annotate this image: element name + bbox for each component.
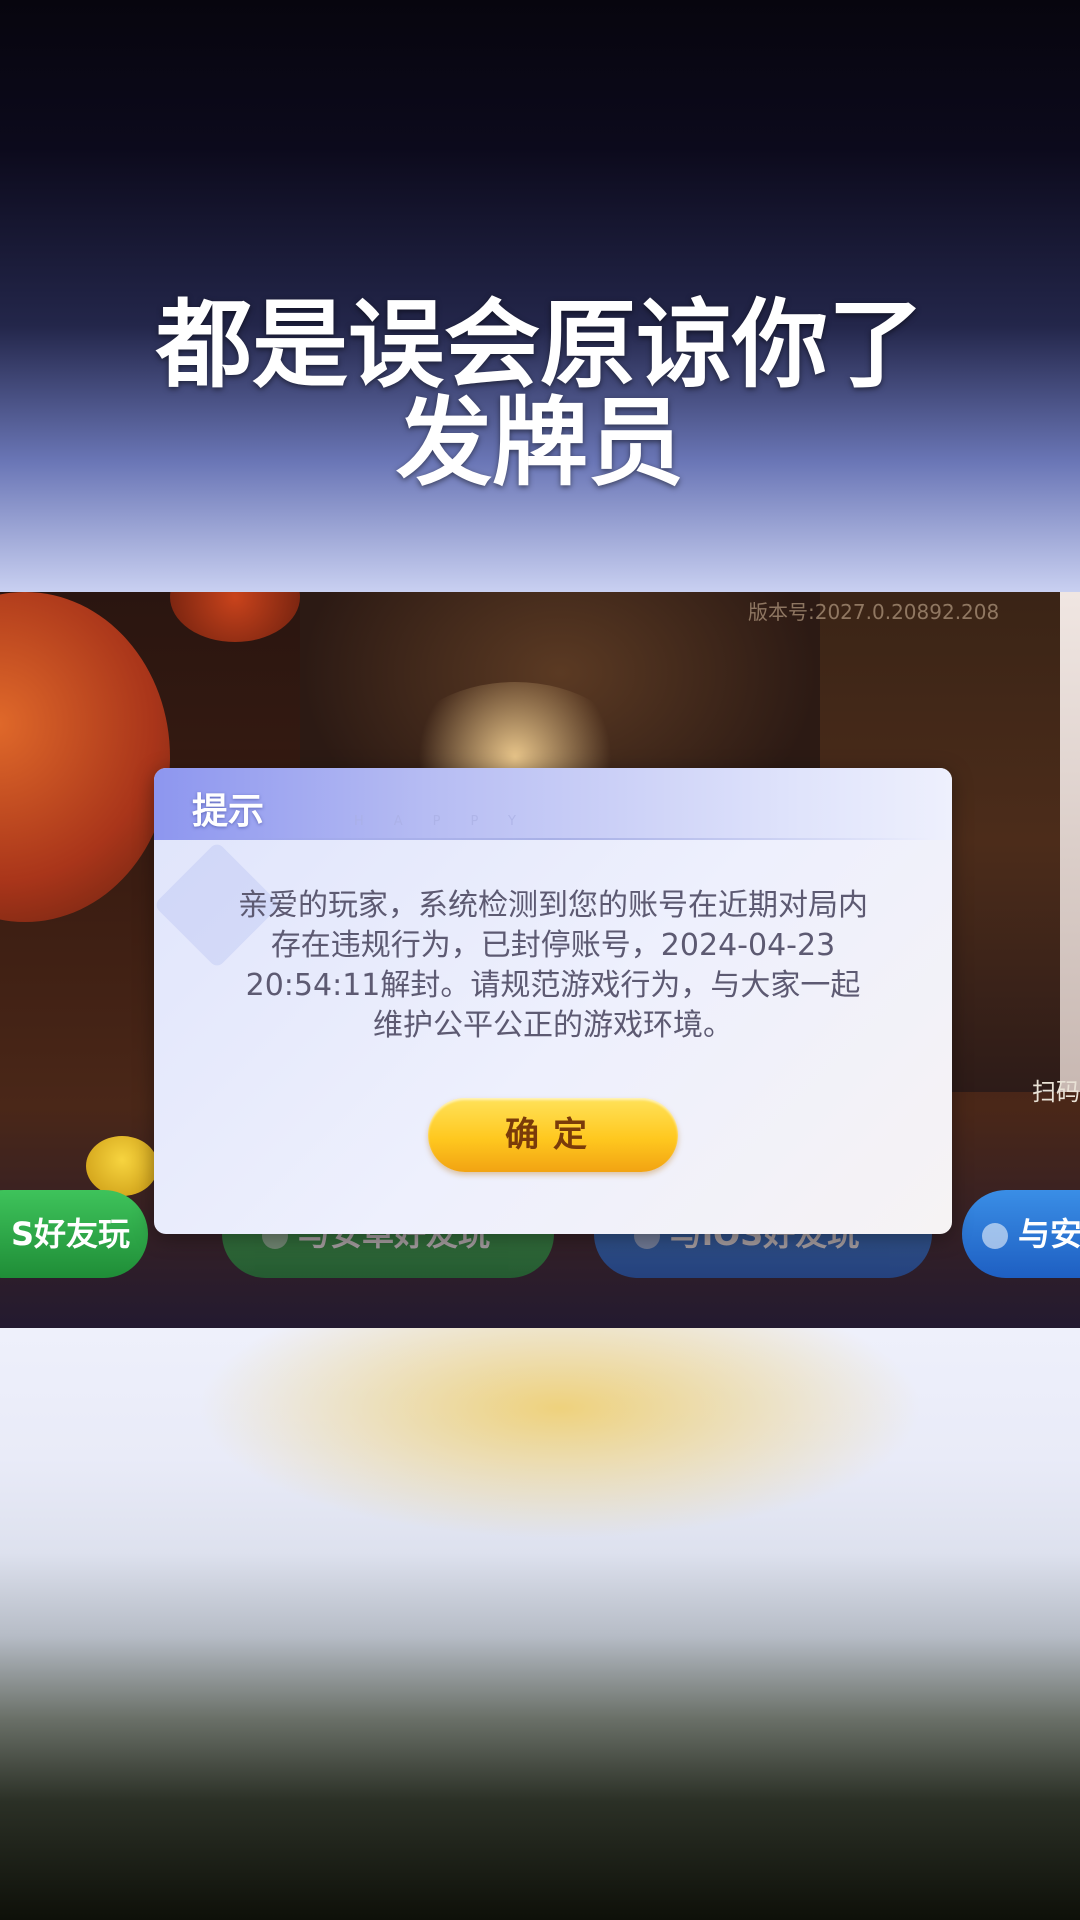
play-with-ios-friends-button-left[interactable]: S好友玩 bbox=[0, 1190, 148, 1278]
notice-dialog: 提示 HAPPY 亲爱的玩家，系统检测到您的账号在近期对局内存在违规行为，已封停… bbox=[154, 768, 952, 1234]
play-with-android-qq-button[interactable]: 与安 bbox=[962, 1190, 1080, 1278]
scan-code-button[interactable]: 扫码 bbox=[1032, 1072, 1080, 1107]
side-menu-strip bbox=[1060, 592, 1080, 1092]
button-label: S好友玩 bbox=[10, 1215, 130, 1253]
caption-line-1: 都是误会原谅你了 bbox=[156, 289, 924, 401]
version-label: 版本号:2027.0.20892.208 bbox=[748, 600, 1000, 624]
orange-balloon bbox=[0, 592, 170, 922]
dialog-title: 提示 bbox=[192, 791, 265, 832]
chick-mascot bbox=[86, 1136, 158, 1196]
dialog-message: 亲爱的玩家，系统检测到您的账号在近期对局内存在违规行为，已封停账号，2024-0… bbox=[238, 888, 868, 1043]
video-caption: 都是误会原谅你了 发牌员 bbox=[0, 296, 1080, 492]
dialog-header bbox=[154, 768, 952, 840]
qq-icon bbox=[982, 1223, 1008, 1249]
dialog-watermark: HAPPY bbox=[354, 814, 547, 829]
confirm-button[interactable]: 确定 bbox=[428, 1098, 678, 1172]
button-label: 与安 bbox=[1018, 1215, 1080, 1253]
red-lantern bbox=[170, 592, 300, 642]
bottom-blur-band bbox=[0, 1328, 1080, 1920]
caption-line-2: 发牌员 bbox=[396, 387, 684, 499]
